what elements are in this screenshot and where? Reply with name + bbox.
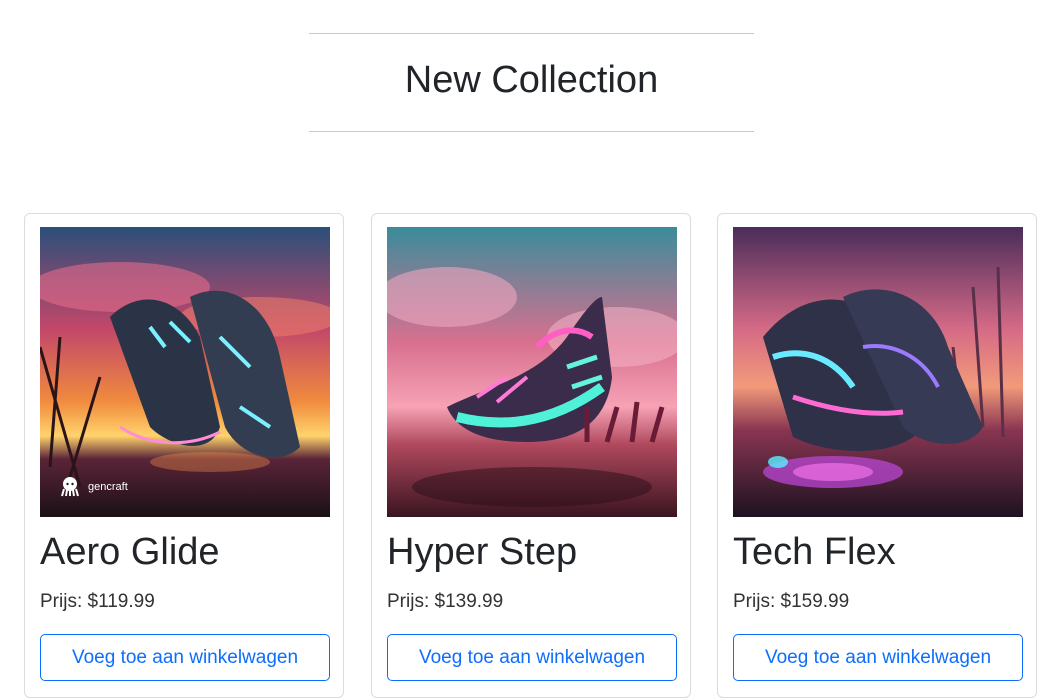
product-card: Hyper Step Prijs: $139.99 Voeg toe aan w… bbox=[371, 213, 691, 698]
gencraft-watermark: gencraft bbox=[58, 475, 128, 499]
product-name: Aero Glide bbox=[40, 531, 220, 573]
divider-bottom bbox=[309, 131, 754, 132]
add-to-cart-button[interactable]: Voeg toe aan winkelwagen bbox=[40, 634, 330, 681]
page-title: New Collection bbox=[404, 59, 659, 101]
watermark-text: gencraft bbox=[88, 481, 128, 493]
product-image[interactable]: gencraft bbox=[40, 227, 330, 517]
product-price: Prijs: $159.99 bbox=[733, 591, 850, 612]
product-name: Hyper Step bbox=[387, 531, 578, 573]
product-price: Prijs: $119.99 bbox=[40, 591, 155, 612]
section-header: New Collection bbox=[309, 33, 754, 132]
divider-top bbox=[309, 33, 754, 34]
page: New Collection gencraft Aero Glide Prijs… bbox=[0, 0, 1060, 700]
product-name: Tech Flex bbox=[733, 531, 896, 573]
product-image[interactable] bbox=[733, 227, 1023, 517]
product-image[interactable] bbox=[387, 227, 677, 517]
add-to-cart-button[interactable]: Voeg toe aan winkelwagen bbox=[733, 634, 1023, 681]
octopus-icon bbox=[61, 477, 79, 497]
product-card: gencraft Aero Glide Prijs: $119.99 Voeg … bbox=[24, 213, 344, 698]
product-price: Prijs: $139.99 bbox=[387, 591, 504, 612]
add-to-cart-button[interactable]: Voeg toe aan winkelwagen bbox=[387, 634, 677, 681]
product-card: Tech Flex Prijs: $159.99 Voeg toe aan wi… bbox=[717, 213, 1037, 698]
